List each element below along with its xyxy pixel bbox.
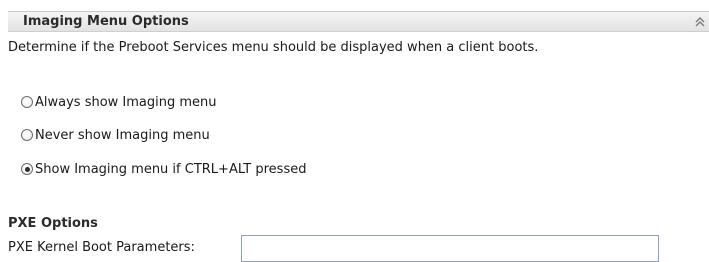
pxe-kernel-boot-parameters-label: PXE Kernel Boot Parameters: [8, 240, 195, 255]
double-chevron-up-icon[interactable] [693, 14, 707, 30]
radio-always-show[interactable]: Always show Imaging menu [21, 93, 217, 111]
radio-button-selected[interactable] [21, 163, 33, 175]
radio-label: Never show Imaging menu [35, 127, 210, 143]
pxe-kernel-boot-parameters-input[interactable] [241, 235, 659, 262]
pxe-options-heading: PXE Options [8, 216, 98, 231]
radio-label: Show Imaging menu if CTRL+ALT pressed [35, 161, 307, 177]
radio-show-if-ctrl-alt[interactable]: Show Imaging menu if CTRL+ALT pressed [21, 160, 306, 178]
section-description: Determine if the Preboot Services menu s… [8, 40, 539, 55]
radio-label: Always show Imaging menu [35, 94, 217, 110]
section-title: Imaging Menu Options [23, 14, 189, 29]
section-header: Imaging Menu Options [8, 11, 709, 32]
radio-button[interactable] [21, 129, 33, 141]
imaging-menu-options-panel: Imaging Menu Options Determine if the Pr… [0, 0, 709, 262]
radio-never-show[interactable]: Never show Imaging menu [21, 126, 210, 144]
radio-button[interactable] [21, 96, 33, 108]
